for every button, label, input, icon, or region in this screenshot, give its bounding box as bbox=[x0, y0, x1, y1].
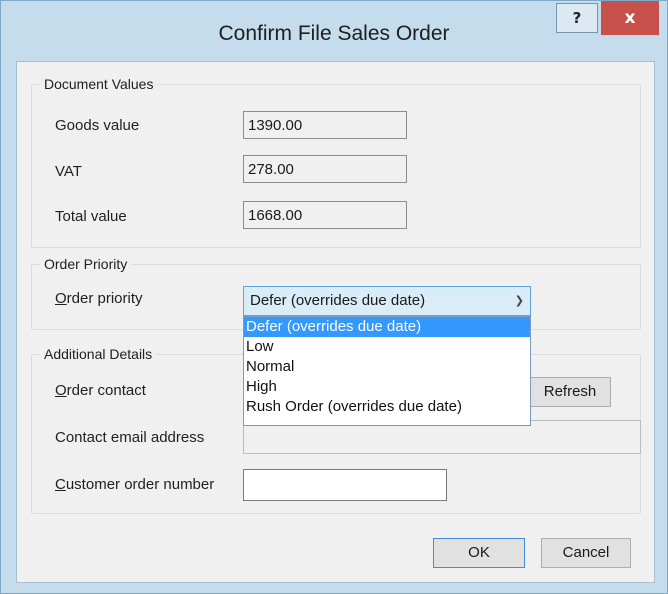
order-priority-label: Order priority bbox=[55, 290, 143, 307]
document-values-legend: Document Values bbox=[40, 76, 158, 92]
vat-label: VAT bbox=[55, 163, 82, 180]
ok-button[interactable]: OK bbox=[433, 538, 525, 568]
chevron-down-icon[interactable]: ❯ bbox=[515, 287, 524, 315]
contact-email-label: Contact email address bbox=[55, 429, 205, 446]
priority-option-high[interactable]: High bbox=[244, 377, 530, 397]
order-priority-dropdown-list: Defer (overrides due date) Low Normal Hi… bbox=[243, 316, 531, 426]
goods-value-label: Goods value bbox=[55, 117, 140, 134]
total-value-label: Total value bbox=[55, 208, 127, 225]
document-values-group: Document Values Goods value 1390.00 VAT … bbox=[31, 76, 641, 248]
customer-order-number-input[interactable] bbox=[243, 469, 447, 501]
refresh-button[interactable]: Refresh bbox=[529, 377, 611, 407]
cancel-button[interactable]: Cancel bbox=[541, 538, 631, 568]
priority-option-rush[interactable]: Rush Order (overrides due date) bbox=[244, 397, 530, 417]
order-priority-label-hotkey: O bbox=[55, 290, 67, 307]
order-priority-legend: Order Priority bbox=[40, 256, 132, 272]
customer-order-number-label-rest: ustomer order number bbox=[65, 476, 215, 493]
title-bar[interactable]: Confirm File Sales Order ? x bbox=[1, 1, 667, 63]
customer-order-number-label-hotkey: C bbox=[55, 476, 66, 493]
goods-value-field: 1390.00 bbox=[243, 111, 407, 139]
total-value-field: 1668.00 bbox=[243, 201, 407, 229]
order-priority-label-rest: rder priority bbox=[66, 290, 143, 307]
help-button[interactable]: ? bbox=[556, 3, 598, 33]
additional-details-legend: Additional Details bbox=[40, 346, 157, 362]
order-contact-label: Order contact bbox=[55, 382, 146, 399]
dialog-window: Confirm File Sales Order ? x Document Va… bbox=[0, 0, 668, 594]
dialog-client-area: Document Values Goods value 1390.00 VAT … bbox=[16, 61, 655, 583]
priority-option-low[interactable]: Low bbox=[244, 337, 530, 357]
vat-field: 278.00 bbox=[243, 155, 407, 183]
close-button[interactable]: x bbox=[601, 1, 659, 35]
priority-option-normal[interactable]: Normal bbox=[244, 357, 530, 377]
priority-option-defer[interactable]: Defer (overrides due date) bbox=[244, 317, 530, 337]
order-contact-label-hotkey: O bbox=[55, 382, 67, 399]
order-priority-select[interactable]: Defer (overrides due date) ❯ bbox=[243, 286, 531, 316]
order-priority-selected-value: Defer (overrides due date) bbox=[250, 292, 426, 309]
order-contact-label-rest: rder contact bbox=[66, 382, 146, 399]
customer-order-number-label: Customer order number bbox=[55, 476, 214, 493]
